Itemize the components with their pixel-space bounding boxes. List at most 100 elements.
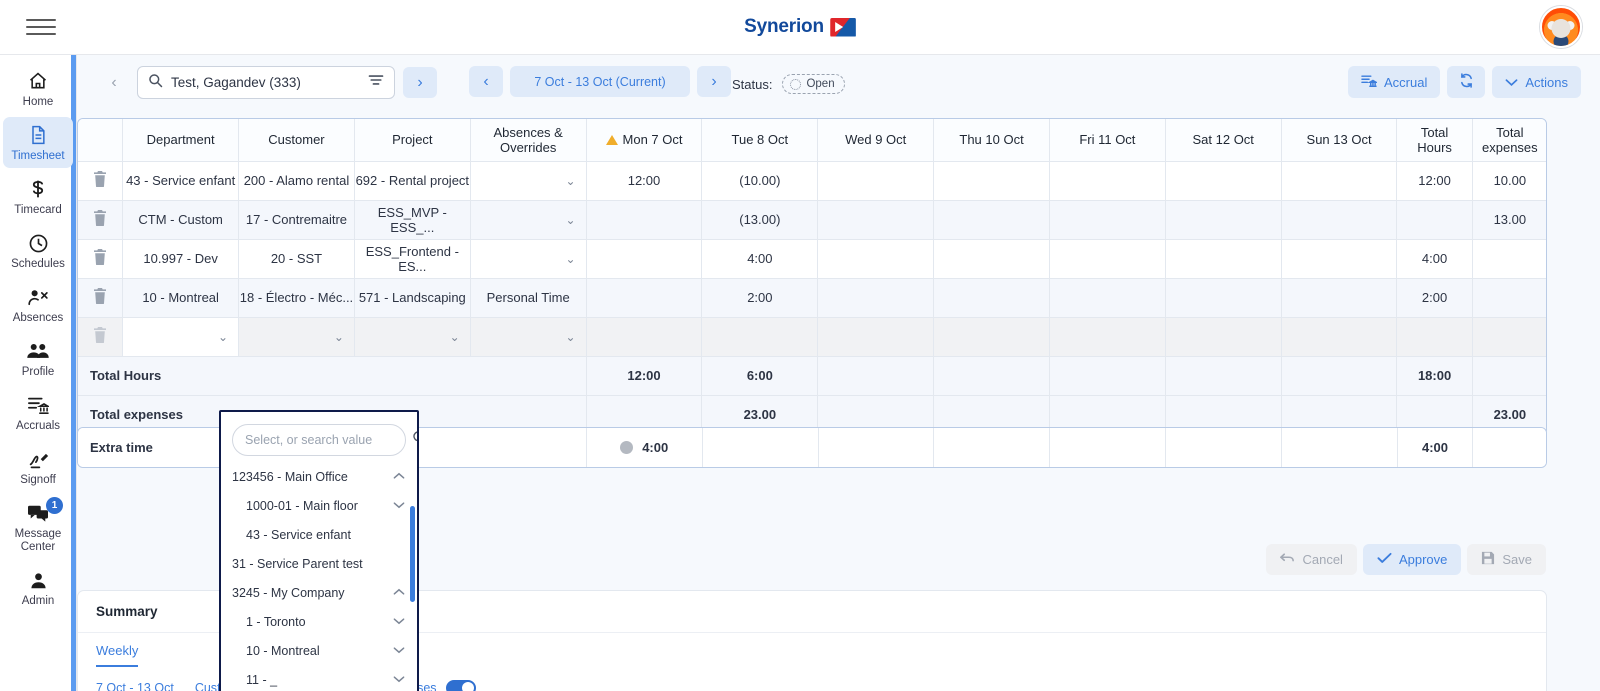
chevron-up-icon[interactable] [393, 471, 405, 483]
cell-day-tue[interactable]: 4:00 [701, 239, 819, 279]
cell-day-wed[interactable] [817, 200, 935, 240]
cell-day-thu[interactable] [933, 239, 1050, 279]
header-day-tue[interactable]: Tue 8 Oct [701, 119, 819, 162]
chevron-down-icon[interactable] [393, 500, 405, 512]
cell-day-mon[interactable] [585, 317, 703, 357]
cancel-button[interactable]: Cancel [1266, 544, 1357, 575]
cell-day-wed[interactable] [817, 161, 935, 201]
sidebar-item-absences[interactable]: Absences [3, 279, 73, 330]
approve-button[interactable]: Approve [1362, 544, 1462, 575]
sidebar-item-profile[interactable]: Profile [3, 333, 73, 384]
cell-day-fri[interactable] [1049, 317, 1166, 357]
cell-project[interactable]: ESS_MVP - ESS_... [354, 200, 471, 240]
week-range-selector[interactable]: 7 Oct - 13 Oct (Current) [510, 66, 690, 97]
cell-absences[interactable]: ⌄ [470, 239, 587, 279]
cell-customer[interactable]: 20 - SST [238, 239, 355, 279]
cell-day-tue[interactable]: (10.00) [701, 161, 819, 201]
dropdown-search-box[interactable] [232, 424, 417, 456]
cell-day-tue[interactable]: 2:00 [701, 278, 819, 318]
cell-day-sun[interactable] [1281, 317, 1398, 357]
sidebar-item-timecard[interactable]: Timecard [3, 171, 73, 222]
employee-search-field[interactable]: Test, Gagandev (333) [137, 66, 395, 99]
refresh-button[interactable] [1447, 66, 1486, 98]
next-employee-button[interactable]: › [403, 67, 437, 98]
cell-day-thu[interactable] [933, 278, 1050, 318]
dropdown-search-input[interactable] [245, 433, 406, 447]
cell-department[interactable]: 10 - Montreal [122, 278, 240, 318]
cell-project[interactable]: 571 - Landscaping [354, 278, 471, 318]
cell-day-sun[interactable] [1281, 239, 1398, 279]
delete-row-button[interactable] [78, 161, 124, 201]
header-day-mon[interactable]: Mon 7 Oct [585, 119, 703, 162]
sidebar-item-signoff[interactable]: Signoff [3, 441, 73, 492]
cell-day-mon[interactable] [585, 239, 703, 279]
cell-department-editor[interactable]: ⌄ [122, 317, 240, 357]
sidebar-item-accruals[interactable]: Accruals [3, 387, 73, 438]
hamburger-icon[interactable] [26, 14, 56, 40]
dropdown-item-main-floor[interactable]: 1000-01 - Main floor [221, 491, 417, 520]
cell-day-sat[interactable] [1165, 278, 1282, 318]
avatar[interactable] [1540, 6, 1582, 48]
cell-customer[interactable]: 200 - Alamo rental [238, 161, 355, 201]
cell-day-fri[interactable] [1049, 278, 1166, 318]
header-day-fri[interactable]: Fri 11 Oct [1049, 119, 1166, 162]
cell-day-sat[interactable] [1165, 161, 1282, 201]
cell-day-sat[interactable] [1165, 200, 1282, 240]
cell-day-mon[interactable] [585, 200, 703, 240]
prev-week-button[interactable]: ‹ [469, 66, 503, 97]
cell-day-fri[interactable] [1049, 239, 1166, 279]
cell-day-sat[interactable] [1165, 239, 1282, 279]
tab-weekly[interactable]: Weekly [96, 643, 139, 667]
cell-day-wed[interactable] [817, 278, 935, 318]
cell-day-mon[interactable]: 12:00 [585, 161, 703, 201]
sidebar-item-message-center[interactable]: 1 Message Center [3, 495, 73, 559]
cell-day-thu[interactable] [933, 317, 1050, 357]
dropdown-item-main-office[interactable]: 123456 - Main Office [221, 462, 417, 491]
search-icon[interactable] [412, 430, 417, 450]
chevron-down-icon[interactable] [393, 674, 405, 686]
dropdown-item-toronto[interactable]: 1 - Toronto [221, 607, 417, 636]
next-week-button[interactable]: › [697, 66, 731, 97]
cell-day-fri[interactable] [1049, 161, 1166, 201]
sidebar-item-schedules[interactable]: Schedules [3, 225, 73, 276]
cell-absences[interactable]: ⌄ [470, 200, 587, 240]
cell-day-wed[interactable] [817, 317, 935, 357]
toggle-expenses[interactable] [445, 680, 476, 691]
department-dropdown-panel[interactable]: 123456 - Main Office 1000-01 - Main floo… [219, 410, 419, 691]
header-day-thu[interactable]: Thu 10 Oct [933, 119, 1050, 162]
cell-absences-editor[interactable]: ⌄ [470, 317, 587, 357]
delete-row-button[interactable] [78, 317, 124, 357]
dropdown-item-service-parent-test[interactable]: 31 - Service Parent test [221, 549, 417, 578]
filter-icon[interactable] [368, 73, 384, 92]
cell-day-thu[interactable] [933, 200, 1050, 240]
actions-button[interactable]: Actions [1492, 66, 1581, 98]
cell-day-fri[interactable] [1049, 200, 1166, 240]
accrual-button[interactable]: Accrual [1348, 66, 1441, 98]
sidebar-item-timesheet[interactable]: Timesheet [3, 117, 73, 168]
cell-department[interactable]: CTM - Custom [122, 200, 240, 240]
save-button[interactable]: Save [1467, 544, 1546, 575]
chevron-down-icon[interactable] [393, 616, 405, 628]
sidebar-item-home[interactable]: Home [3, 63, 73, 114]
cell-day-sun[interactable] [1281, 278, 1398, 318]
dropdown-item-my-company[interactable]: 3245 - My Company [221, 578, 417, 607]
cell-project-editor[interactable]: ⌄ [354, 317, 471, 357]
header-absences-overrides[interactable]: Absences & Overrides [470, 119, 587, 162]
cell-day-sat[interactable] [1165, 317, 1282, 357]
cell-customer-editor[interactable]: ⌄ [238, 317, 355, 357]
header-day-wed[interactable]: Wed 9 Oct [817, 119, 935, 162]
delete-row-button[interactable] [78, 200, 124, 240]
cell-absences[interactable]: Personal Time [470, 278, 587, 318]
cell-day-tue[interactable]: (13.00) [701, 200, 819, 240]
cell-day-tue[interactable] [701, 317, 819, 357]
dropdown-item-11[interactable]: 11 - _ [221, 665, 417, 691]
cell-department[interactable]: 43 - Service enfant [122, 161, 240, 201]
dropdown-item-montreal[interactable]: 10 - Montreal [221, 636, 417, 665]
cell-absences[interactable]: ⌄ [470, 161, 587, 201]
prev-employee-button[interactable]: ‹ [99, 68, 129, 98]
dropdown-scrollbar[interactable] [410, 506, 415, 602]
header-day-sat[interactable]: Sat 12 Oct [1165, 119, 1282, 162]
dropdown-item-service-enfant[interactable]: 43 - Service enfant [221, 520, 417, 549]
chevron-down-icon[interactable] [393, 645, 405, 657]
cell-department[interactable]: 10.997 - Dev [122, 239, 240, 279]
